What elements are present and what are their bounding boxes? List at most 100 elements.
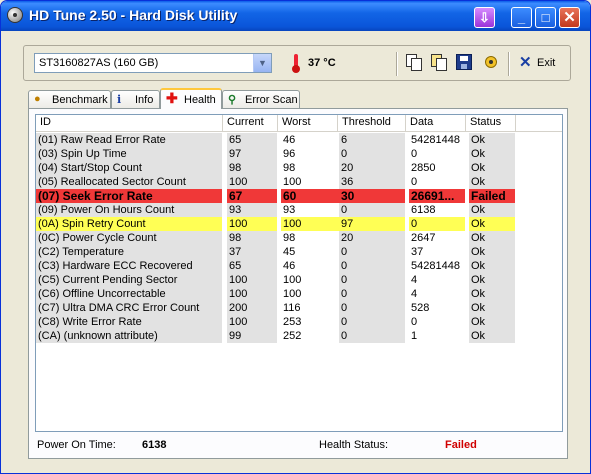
exit-icon: ✕ — [519, 54, 532, 71]
table-row[interactable]: (C7) Ultra DMA CRC Error Count 200 116 0 528… — [36, 301, 516, 315]
threshold-value: 0 — [339, 245, 405, 259]
table-row[interactable]: (03) Spin Up Time 97 96 0 0 Ok — [36, 147, 516, 161]
status-value: Ok — [469, 301, 515, 315]
tab-error-scan[interactable]: ⚲ Error Scan — [222, 90, 300, 108]
worst-value: 46 — [283, 134, 296, 146]
status-value: Ok — [469, 147, 515, 161]
close-button[interactable]: ✕ — [559, 7, 580, 28]
attribute-name: (C8) Write Error Rate — [36, 315, 222, 329]
drive-select[interactable]: ST3160827AS (160 GB) ▼ — [34, 53, 272, 73]
exit-button[interactable]: ✕ Exit — [516, 53, 566, 75]
download-icon[interactable]: ⇩ — [474, 7, 495, 28]
raw-data-value: 2647 — [411, 232, 436, 244]
threshold-value: 97 — [339, 217, 405, 231]
tab-benchmark[interactable]: ● Benchmark — [28, 90, 111, 108]
health-cross-icon: ✚ — [166, 90, 178, 106]
worst-value: 93 — [283, 204, 296, 216]
status-value: Ok — [469, 217, 515, 231]
copy-all-icon[interactable] — [430, 54, 447, 71]
column-header-status[interactable]: Status — [466, 115, 516, 131]
title-bar[interactable]: HD Tune 2.50 - Hard Disk Utility ⇩ _ □ ✕ — [1, 1, 590, 31]
table-row[interactable]: (C8) Write Error Rate 100 253 0 0 Ok — [36, 315, 516, 329]
current-value: 100 — [227, 273, 277, 287]
table-row[interactable]: (01) Raw Read Error Rate 65 46 6 54281448 Ok — [36, 133, 516, 147]
attribute-name: (05) Reallocated Sector Count — [36, 175, 222, 189]
thermometer-icon — [292, 54, 300, 73]
table-header: ID Current Worst Threshold Data Status — [36, 115, 562, 132]
attribute-name: (C5) Current Pending Sector — [36, 273, 222, 287]
drive-select-value: ST3160827AS (160 GB) — [39, 57, 159, 69]
threshold-value: 0 — [339, 147, 405, 161]
table-row[interactable]: (C2) Temperature 37 45 0 37 Ok — [36, 245, 516, 259]
tab-info-label: Info — [135, 94, 154, 106]
worst-value: 100 — [283, 176, 302, 188]
worst-value: 60 — [281, 189, 341, 203]
attribute-name: (C7) Ultra DMA CRC Error Count — [36, 301, 222, 315]
worst-value: 98 — [283, 232, 296, 244]
table-row[interactable]: (C5) Current Pending Sector 100 100 0 4 Ok — [36, 273, 516, 287]
worst-value: 100 — [283, 274, 302, 286]
tab-error-scan-label: Error Scan — [245, 94, 298, 106]
worst-value: 98 — [283, 162, 296, 174]
tab-info[interactable]: i Info — [111, 90, 160, 108]
tab-health[interactable]: ✚ Health — [160, 88, 222, 109]
current-value: 98 — [227, 161, 277, 175]
chevron-down-icon[interactable]: ▼ — [253, 54, 271, 72]
table-row[interactable]: (0C) Power Cycle Count 98 98 20 2647 Ok — [36, 231, 516, 245]
threshold-value: 0 — [339, 315, 405, 329]
minimize-button[interactable]: _ — [511, 7, 532, 28]
raw-data-value: 0 — [411, 176, 418, 188]
health-status-label: Health Status: — [319, 439, 389, 451]
hd-tune-app-icon[interactable] — [7, 7, 23, 23]
threshold-value: 0 — [339, 329, 405, 343]
status-value: Ok — [469, 245, 515, 259]
raw-data-value: 54281448 — [411, 134, 460, 146]
current-value: 100 — [227, 175, 277, 189]
status-value: Ok — [469, 273, 515, 287]
raw-data-value: 2850 — [411, 162, 436, 174]
temperature-readout: 37 °C — [308, 57, 336, 69]
raw-data-value: 0 — [411, 148, 418, 160]
threshold-value: 0 — [339, 287, 405, 301]
current-value: 65 — [227, 133, 277, 147]
options-icon[interactable] — [483, 54, 499, 70]
attribute-name: (CA) (unknown attribute) — [36, 329, 222, 343]
current-value: 100 — [227, 287, 277, 301]
column-header-threshold[interactable]: Threshold — [338, 115, 406, 131]
save-icon[interactable] — [456, 54, 472, 70]
current-value: 93 — [227, 203, 277, 217]
table-row[interactable]: (05) Reallocated Sector Count 100 100 36 0 Ok — [36, 175, 516, 189]
maximize-button[interactable]: □ — [535, 7, 556, 28]
table-row[interactable]: (07) Seek Error Rate 67 60 30 26691... Failed — [36, 189, 516, 203]
worst-value: 252 — [283, 330, 302, 342]
status-value: Ok — [469, 175, 515, 189]
table-row[interactable]: (0A) Spin Retry Count 100 100 97 0 Ok — [36, 217, 516, 231]
worst-value: 100 — [283, 288, 302, 300]
worst-value: 116 — [283, 302, 301, 314]
table-row[interactable]: (C3) Hardware ECC Recovered 65 46 0 54281448… — [36, 259, 516, 273]
copy-icon[interactable] — [405, 54, 422, 71]
status-value: Ok — [469, 315, 515, 329]
table-row[interactable]: (09) Power On Hours Count 93 93 0 6138 Ok — [36, 203, 516, 217]
attribute-name: (C2) Temperature — [36, 245, 222, 259]
raw-data-value: 4 — [411, 288, 418, 300]
column-header-worst[interactable]: Worst — [278, 115, 338, 131]
smart-attribute-table[interactable]: ID Current Worst Threshold Data Status (… — [35, 114, 563, 432]
worst-value: 100 — [281, 217, 341, 231]
table-row[interactable]: (C6) Offline Uncorrectable 100 100 0 4 Ok — [36, 287, 516, 301]
attribute-name: (C6) Offline Uncorrectable — [36, 287, 222, 301]
threshold-value: 6 — [339, 133, 405, 147]
benchmark-icon: ● — [34, 93, 41, 105]
power-on-time-label: Power On Time: — [37, 439, 116, 451]
table-row[interactable]: (04) Start/Stop Count 98 98 20 2850 Ok — [36, 161, 516, 175]
column-header-current[interactable]: Current — [223, 115, 278, 131]
attribute-name: (0C) Power Cycle Count — [36, 231, 222, 245]
column-header-data[interactable]: Data — [406, 115, 466, 131]
worst-value: 253 — [283, 316, 302, 328]
current-value: 65 — [227, 259, 277, 273]
threshold-value: 20 — [339, 161, 405, 175]
status-value: Ok — [469, 161, 515, 175]
attribute-name: (04) Start/Stop Count — [36, 161, 222, 175]
table-row[interactable]: (CA) (unknown attribute) 99 252 0 1 Ok — [36, 329, 516, 343]
column-header-id[interactable]: ID — [36, 115, 223, 131]
